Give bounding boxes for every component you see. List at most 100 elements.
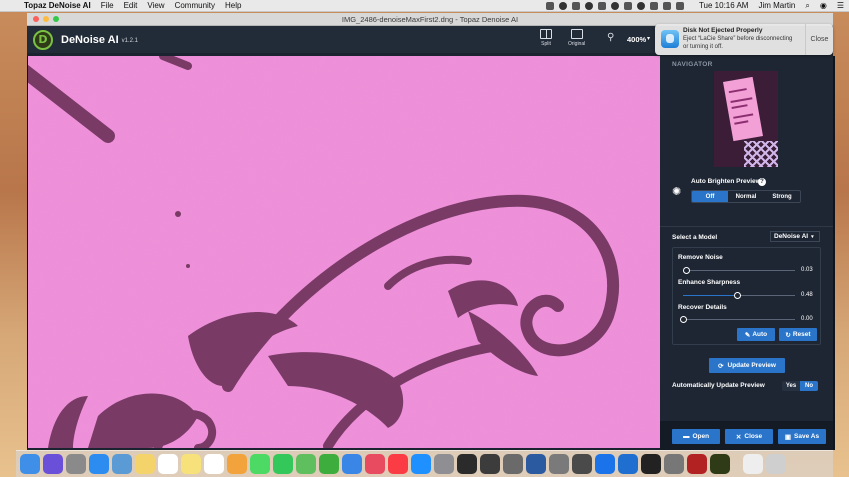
notification-close-button[interactable]: Close <box>806 24 833 55</box>
tray-creative-cloud-icon[interactable] <box>571 1 580 10</box>
zoom-icon[interactable]: ⚲ <box>607 33 617 43</box>
auto-brighten-label: Auto Brighten Preview <box>691 178 761 185</box>
teamviewer-icon[interactable] <box>595 454 615 474</box>
update-preview-button[interactable]: ⟳ Update Preview <box>709 358 785 373</box>
launchpad-icon[interactable] <box>66 454 86 474</box>
tray-sync-icon[interactable] <box>558 1 567 10</box>
siri-icon[interactable]: ◉ <box>815 1 832 10</box>
tray-camera-icon[interactable] <box>623 1 632 10</box>
brighten-strong-option[interactable]: Strong <box>764 191 800 202</box>
enhance-sharpness-handle[interactable] <box>734 292 741 299</box>
tray-dropbox-icon[interactable] <box>597 1 606 10</box>
status-tray <box>545 1 694 10</box>
menu-file[interactable]: File <box>96 1 119 10</box>
disk-notification[interactable]: Disk Not Ejected Properly Eject “LaCie S… <box>655 24 833 55</box>
remove-noise-handle[interactable] <box>683 267 690 274</box>
navigator-thumbnail[interactable] <box>714 71 778 167</box>
camera-raw-icon[interactable] <box>480 454 500 474</box>
notification-center-icon[interactable]: ☰ <box>832 1 849 10</box>
safari-icon[interactable] <box>89 454 109 474</box>
image-capture-icon[interactable] <box>503 454 523 474</box>
auto-button[interactable]: ✎ Auto <box>737 328 775 341</box>
stickies-icon[interactable] <box>181 454 201 474</box>
auto-update-no-option[interactable]: No <box>800 381 818 391</box>
menubar-clock[interactable]: Tue 10:16 AM <box>694 1 754 10</box>
enhance-sharpness-slider[interactable] <box>683 292 795 299</box>
facetime-icon[interactable] <box>273 454 293 474</box>
news-icon[interactable] <box>365 454 385 474</box>
sliders-group: Remove Noise 0.03 Enhance Sharpness 0.48… <box>672 247 821 345</box>
menubar-user[interactable]: Jim Martin <box>753 1 800 10</box>
menu-edit[interactable]: Edit <box>119 1 143 10</box>
original-view-button[interactable]: Original <box>568 29 585 47</box>
photoshop-icon[interactable] <box>526 454 546 474</box>
zoom-level-select[interactable]: 400% <box>627 35 646 44</box>
menu-community[interactable]: Community <box>170 1 220 10</box>
model-select[interactable]: DeNoise AI ▾ <box>770 231 820 242</box>
chevron-down-icon: ▾ <box>811 233 814 240</box>
notification-title: Disk Not Ejected Properly <box>683 27 763 34</box>
documents-icon[interactable] <box>743 454 763 474</box>
select-model-label: Select a Model <box>672 234 718 241</box>
window-zoom-button[interactable] <box>53 16 59 22</box>
brighten-normal-option[interactable]: Normal <box>728 191 764 202</box>
keynote-icon[interactable] <box>342 454 362 474</box>
help-icon[interactable]: ? <box>758 178 766 186</box>
siri-icon[interactable] <box>43 454 63 474</box>
recover-details-slider[interactable] <box>680 316 795 323</box>
tray-battery-icon[interactable] <box>675 1 684 10</box>
save-as-button[interactable]: ▣ Save As <box>778 429 826 444</box>
reset-icon: ↻ <box>785 331 791 339</box>
preview-icon[interactable] <box>112 454 132 474</box>
music-icon[interactable] <box>388 454 408 474</box>
messages-icon[interactable] <box>250 454 270 474</box>
keychain-icon[interactable] <box>549 454 569 474</box>
open-button-label: Open <box>692 433 710 440</box>
photos-icon[interactable] <box>227 454 247 474</box>
reset-button[interactable]: ↻ Reset <box>779 328 817 341</box>
split-view-icon <box>540 29 552 39</box>
tray-bluetooth-icon[interactable] <box>636 1 645 10</box>
app-store-icon[interactable] <box>411 454 431 474</box>
close-image-button[interactable]: ✕ Close <box>725 429 773 444</box>
chevron-down-icon[interactable]: ▾ <box>647 35 650 42</box>
maps-icon[interactable] <box>296 454 316 474</box>
original-view-label: Original <box>568 41 586 47</box>
calendar-icon[interactable] <box>158 454 178 474</box>
notes-icon[interactable] <box>135 454 155 474</box>
terminal-icon[interactable] <box>641 454 661 474</box>
trash-icon[interactable] <box>766 454 786 474</box>
security-app-icon[interactable] <box>687 454 707 474</box>
denoise-app-icon[interactable] <box>710 454 730 474</box>
tray-display-icon[interactable] <box>610 1 619 10</box>
recover-details-handle[interactable] <box>680 316 687 323</box>
split-view-button[interactable]: Split <box>540 29 552 47</box>
tray-wifi-icon[interactable] <box>649 1 658 10</box>
spotlight-icon[interactable]: ⌕ <box>800 1 814 11</box>
reminders-icon[interactable] <box>204 454 224 474</box>
window-close-button[interactable] <box>33 16 39 22</box>
navigator-label: NAVIGATOR <box>672 61 713 68</box>
menu-help[interactable]: Help <box>220 1 246 10</box>
window-minimize-button[interactable] <box>43 16 49 22</box>
remove-noise-slider[interactable] <box>683 267 795 274</box>
xcode-icon[interactable] <box>618 454 638 474</box>
tray-time-machine-icon[interactable] <box>584 1 593 10</box>
system-preferences-icon[interactable] <box>434 454 454 474</box>
remove-noise-value: 0.03 <box>801 267 813 273</box>
menu-app-name[interactable]: Topaz DeNoise AI <box>22 1 96 10</box>
finder-migration-icon[interactable] <box>572 454 592 474</box>
image-preview-canvas[interactable] <box>27 56 660 448</box>
topaz-app-icon[interactable] <box>457 454 477 474</box>
numbers-icon[interactable] <box>319 454 339 474</box>
menu-view[interactable]: View <box>142 1 169 10</box>
open-button[interactable]: ▬ Open <box>672 429 720 444</box>
finder-icon[interactable] <box>20 454 40 474</box>
tray-app-icon[interactable] <box>545 1 554 10</box>
tray-volume-icon[interactable] <box>662 1 671 10</box>
auto-update-yes-option[interactable]: Yes <box>782 381 800 391</box>
panel-scrollbar[interactable] <box>833 56 835 450</box>
app-window: IMG_2486-denoiseMaxFirst2.dng - Topaz De… <box>27 13 833 450</box>
disk-utility-icon[interactable] <box>664 454 684 474</box>
brighten-off-option[interactable]: Off <box>692 191 728 202</box>
